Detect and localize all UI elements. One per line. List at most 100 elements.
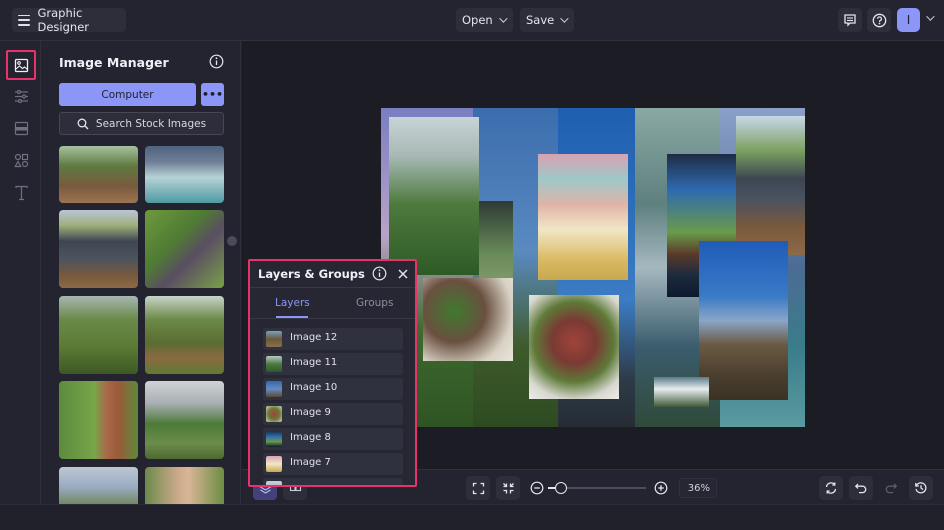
thumbnail-chickens-under-trees[interactable] <box>59 146 138 203</box>
canvas-image-soft-serve[interactable] <box>538 154 628 280</box>
layer-thumbnail <box>266 356 282 372</box>
thumbnail-garden-path[interactable] <box>145 210 224 288</box>
layer-thumbnail <box>266 406 282 422</box>
design-canvas[interactable] <box>381 108 805 427</box>
layer-thumbnail <box>266 331 282 347</box>
layer-row[interactable] <box>263 478 403 485</box>
refresh-icon <box>825 482 837 494</box>
account-chevron-icon[interactable] <box>926 12 935 21</box>
history-icon <box>915 482 927 494</box>
history-button[interactable] <box>909 476 933 500</box>
zoom-slider-handle[interactable] <box>555 482 567 494</box>
app-title: Graphic Designer <box>37 6 90 34</box>
more-icon: ••• <box>201 88 224 101</box>
rail-item-layout[interactable] <box>6 113 36 143</box>
save-menu-button[interactable]: Save <box>520 8 575 32</box>
reset-button[interactable] <box>819 476 843 500</box>
layer-name: Image 7 <box>290 457 331 468</box>
collapse-icon <box>502 482 514 493</box>
actual-size-button[interactable] <box>496 476 520 500</box>
upload-computer-button[interactable]: Computer <box>59 83 196 106</box>
zoom-in-button[interactable] <box>649 476 673 500</box>
layer-name: Image 11 <box>290 357 338 368</box>
thumbnail-ocean-waves[interactable] <box>145 146 224 203</box>
layer-thumbnail <box>266 431 282 447</box>
expand-icon <box>472 482 484 494</box>
panel-scrollbar-handle[interactable] <box>227 236 237 246</box>
panel-title: Image Manager <box>59 55 169 70</box>
redo-icon <box>885 483 898 494</box>
redo-button[interactable] <box>879 476 903 500</box>
layer-row[interactable]: Image 7 <box>263 453 403 475</box>
layers-panel-title: Layers & Groups <box>258 267 365 281</box>
avatar-initial: I <box>906 13 911 27</box>
open-menu-button[interactable]: Open <box>456 8 513 32</box>
layer-thumbnail <box>266 381 282 397</box>
chevron-down-icon <box>498 14 508 23</box>
status-bar <box>0 504 944 530</box>
sliders-icon <box>14 89 28 103</box>
search-stock-images-button[interactable]: Search Stock Images <box>59 112 224 135</box>
comment-icon <box>844 14 856 27</box>
feedback-button[interactable] <box>838 8 862 32</box>
rail-item-text[interactable] <box>6 178 36 208</box>
info-icon <box>209 54 224 69</box>
zoom-out-icon <box>530 481 544 495</box>
rail-item-image-manager[interactable] <box>6 50 36 80</box>
tool-rail <box>0 41 41 504</box>
thumbnail-mountain-sky[interactable] <box>59 467 138 504</box>
zoom-percentage[interactable]: 36% <box>679 478 717 498</box>
thumbnail-valley-hiker[interactable] <box>145 381 224 459</box>
app: Graphic Designer Open Save I Image Manag… <box>0 0 944 530</box>
canvas-image-misty-forest[interactable] <box>389 117 479 275</box>
chevron-down-icon <box>560 14 569 23</box>
layer-row[interactable]: Image 11 <box>263 353 403 375</box>
thumbnail-forest-canopy[interactable] <box>59 296 138 374</box>
rail-item-adjustments[interactable] <box>6 81 36 111</box>
thumbnail-selfie-arm-raised[interactable] <box>145 467 224 504</box>
help-button[interactable] <box>867 8 891 32</box>
thumbnail-large-tree[interactable] <box>145 296 224 374</box>
layers-info-button[interactable] <box>372 266 387 285</box>
zoom-value: 36% <box>687 482 710 494</box>
more-options-button[interactable]: ••• <box>201 83 224 106</box>
layer-row[interactable]: Image 9 <box>263 403 403 425</box>
info-button[interactable] <box>209 54 224 73</box>
search-icon <box>77 118 89 129</box>
layer-row[interactable]: Image 12 <box>263 328 403 350</box>
layout-icon <box>14 121 28 135</box>
shapes-icon <box>13 153 28 167</box>
undo-button[interactable] <box>849 476 873 500</box>
thumbnail-tree-trunk[interactable] <box>59 381 138 459</box>
image-manager-panel: Image Manager Computer ••• Search Stock … <box>41 41 241 504</box>
layer-thumbnail <box>266 481 282 485</box>
layer-name: Image 9 <box>290 407 331 418</box>
open-label: Open <box>462 13 493 27</box>
layer-row[interactable]: Image 10 <box>263 378 403 400</box>
fit-to-screen-button[interactable] <box>466 476 490 500</box>
zoom-slider-track[interactable] <box>561 487 646 489</box>
save-label: Save <box>526 13 555 27</box>
layer-row[interactable]: Image 8 <box>263 428 403 450</box>
layers-groups-panel: Layers & Groups Layers Groups Image 12 I… <box>248 259 417 487</box>
canvas-image-poke-bowl[interactable] <box>529 295 619 399</box>
canvas-image-plate-lunch[interactable] <box>423 278 513 361</box>
canvas-image-white-van[interactable] <box>654 377 709 407</box>
info-icon <box>372 266 387 281</box>
tab-groups[interactable]: Groups <box>356 297 393 309</box>
canvas-image-minivan[interactable] <box>736 116 805 255</box>
tab-layers[interactable]: Layers <box>275 297 310 309</box>
layers-close-button[interactable] <box>396 266 410 285</box>
help-icon <box>872 13 886 27</box>
hamburger-icon <box>18 14 30 26</box>
rail-item-graphics[interactable] <box>6 145 36 175</box>
zoom-out-button[interactable] <box>525 476 549 500</box>
canvas-image-hiker-cliff[interactable] <box>699 241 788 400</box>
user-avatar[interactable]: I <box>897 8 920 32</box>
text-icon <box>14 185 28 201</box>
main-menu-button[interactable]: Graphic Designer <box>12 6 126 34</box>
tabs-divider <box>250 318 415 319</box>
image-icon <box>14 58 28 72</box>
thumbnail-minivan-with-chicken[interactable] <box>59 210 138 288</box>
undo-icon <box>854 483 867 494</box>
